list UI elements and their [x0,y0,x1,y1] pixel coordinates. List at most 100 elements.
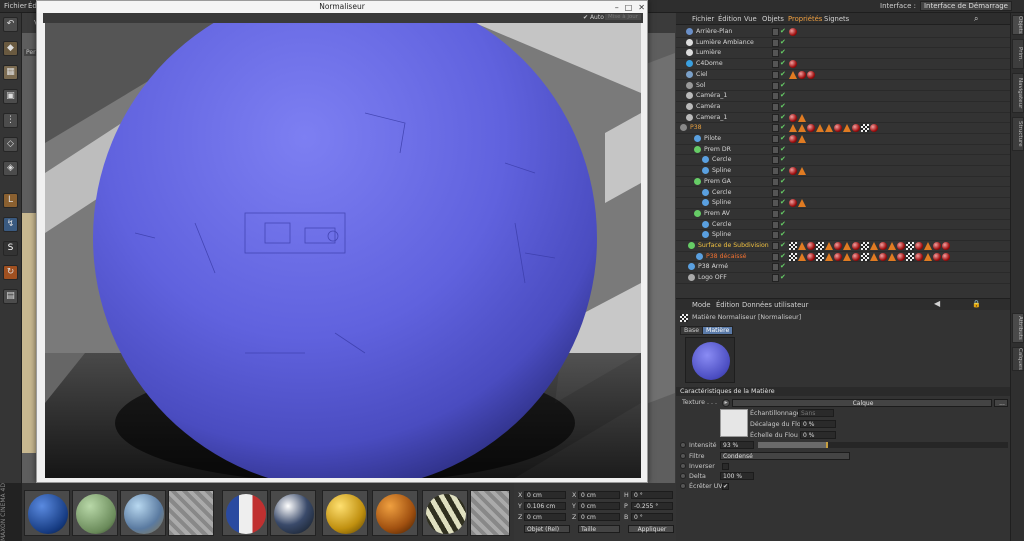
material-slot[interactable] [270,490,316,536]
pos-y-field[interactable]: 0.106 cm [524,502,566,510]
uv-checkbox[interactable]: ✔ [722,483,729,490]
lock-attr-icon[interactable]: 🔒 [972,300,981,308]
tag-icon[interactable] [798,70,806,79]
visibility-toggle[interactable] [772,92,779,101]
tag-icon[interactable] [906,242,914,250]
tag-icon[interactable] [897,242,905,250]
texture-arrow-icon[interactable]: ▸ [722,399,730,407]
tag-icon[interactable] [888,252,896,261]
object-row[interactable]: Camera_1 ✔ [676,113,1010,124]
menu-fichier[interactable]: Fichier [4,2,27,10]
intensity-anim-icon[interactable] [680,442,686,448]
tag-icon[interactable] [879,252,887,261]
enable-check-icon[interactable]: ✔ [780,59,786,67]
side-tab-navigateur[interactable]: Navigateur [1012,73,1024,113]
material-slot[interactable] [120,490,166,536]
model-mode-icon[interactable]: ◆ [3,41,18,56]
enable-check-icon[interactable]: ✔ [780,48,786,56]
texture-button[interactable]: Calque [732,399,992,407]
visibility-toggle[interactable] [772,263,779,272]
tag-icon[interactable] [825,252,833,261]
object-row[interactable]: Spline ✔ [676,230,1010,241]
tag-icon[interactable] [852,124,860,133]
tag-icon[interactable] [852,242,860,250]
snap-icon[interactable]: S [3,241,18,256]
tag-icon[interactable] [870,252,878,261]
visibility-toggle[interactable] [772,242,779,250]
tweak-icon[interactable]: ↯ [3,217,18,232]
tag-icon[interactable] [843,252,851,261]
object-row[interactable]: Prem DR ✔ [676,145,1010,156]
object-row[interactable]: Pilote ✔ [676,134,1010,145]
material-slot[interactable] [72,490,118,536]
uv-anim-icon[interactable] [680,483,686,489]
visibility-toggle[interactable] [772,188,779,197]
tag-icon[interactable] [834,252,842,261]
tag-icon[interactable] [807,242,815,250]
tab-matiere[interactable]: Matière [702,326,734,335]
object-row[interactable]: C4Dome ✔ [676,59,1010,70]
tag-icon[interactable] [870,124,878,133]
visibility-toggle[interactable] [772,81,779,90]
back-arrow-icon[interactable]: ◀ [934,299,940,308]
visibility-toggle[interactable] [772,60,779,69]
rot-h-field[interactable]: 0 ° [631,491,673,499]
visibility-toggle[interactable] [772,167,779,176]
tag-icon[interactable] [834,124,842,133]
visibility-toggle[interactable] [772,177,779,186]
enable-check-icon[interactable]: ✔ [780,102,786,110]
object-row[interactable]: Spline ✔ [676,166,1010,177]
side-tab-prim[interactable]: Prim. [1012,39,1024,69]
size-z-field[interactable]: 0 cm [578,513,620,521]
tag-icon[interactable] [798,199,806,208]
object-row[interactable]: Logo OFF ✔ [676,273,1010,284]
tag-icon[interactable] [798,113,806,122]
tag-icon[interactable] [897,252,905,261]
delta-field[interactable]: 100 % [720,472,754,480]
tag-icon[interactable] [825,124,833,133]
tag-icon[interactable] [861,252,869,261]
intensity-field[interactable]: 93 % [720,441,754,449]
tag-icon[interactable] [834,242,842,250]
visibility-toggle[interactable] [772,38,779,47]
visibility-toggle[interactable] [772,274,779,283]
blur-offset-field[interactable]: 0 % [800,420,836,428]
tag-icon[interactable] [798,135,806,143]
enable-check-icon[interactable]: ✔ [780,262,786,270]
enable-check-icon[interactable]: ✔ [780,188,786,196]
visibility-toggle[interactable] [772,28,779,36]
visibility-toggle[interactable] [772,70,779,79]
rot-b-field[interactable]: 0 ° [631,513,673,521]
tag-icon[interactable] [942,252,950,261]
tag-icon[interactable] [924,242,932,250]
tag-icon[interactable] [942,242,950,250]
size-x-field[interactable]: 0 cm [578,491,620,499]
object-row[interactable]: P38 ✔ [676,123,1010,134]
size-y-field[interactable]: 0 cm [578,502,620,510]
tag-icon[interactable] [915,252,923,261]
object-row[interactable]: Cercle ✔ [676,188,1010,199]
polygons-mode-icon[interactable]: ◈ [3,161,18,176]
tag-icon[interactable] [816,242,824,250]
texture-more-button[interactable]: ... [994,399,1008,407]
visibility-toggle[interactable] [772,113,779,122]
visibility-toggle[interactable] [772,135,779,143]
visibility-toggle[interactable] [772,199,779,208]
pos-z-field[interactable]: 0 cm [524,513,566,521]
object-row[interactable]: Prem AV ✔ [676,209,1010,220]
tag-icon[interactable] [816,124,824,133]
invert-checkbox[interactable] [722,463,729,470]
workplane-icon[interactable]: ▣ [3,89,18,104]
material-slot[interactable] [222,490,268,536]
tag-icon[interactable] [789,113,797,122]
enable-check-icon[interactable]: ✔ [780,91,786,99]
attr-menu-donnees[interactable]: Données utilisateur [742,301,808,309]
enable-check-icon[interactable]: ✔ [780,252,786,260]
tag-icon[interactable] [843,242,851,250]
object-row[interactable]: Cercle ✔ [676,155,1010,167]
delta-anim-icon[interactable] [680,473,686,479]
side-tab-calques[interactable]: Calques [1012,347,1024,371]
object-row[interactable]: P38 décaissé ✔ [676,252,1010,263]
auto-checkbox[interactable]: ✔ Auto [583,14,604,21]
texture-mode-icon[interactable]: ▦ [3,65,18,80]
